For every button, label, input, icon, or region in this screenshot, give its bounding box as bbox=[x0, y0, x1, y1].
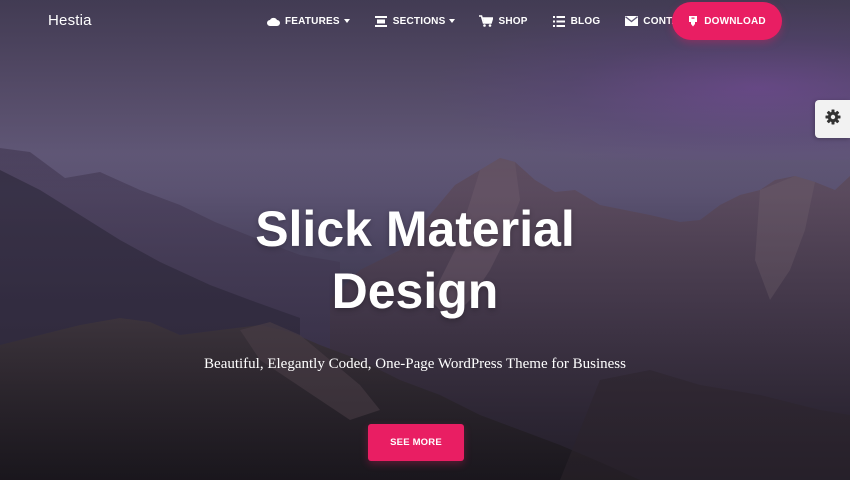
settings-toggle[interactable] bbox=[815, 100, 850, 138]
nav-item-label: FEATURES bbox=[285, 15, 340, 27]
nav-item-sections[interactable]: SECTIONS bbox=[374, 15, 456, 27]
chevron-down-icon bbox=[343, 19, 350, 23]
hero-section: Hestia FEATURES SECTIONS SHOP BLOG CONTA… bbox=[0, 0, 850, 480]
nav-item-blog[interactable]: BLOG bbox=[552, 15, 601, 27]
envelope-icon bbox=[624, 15, 638, 27]
list-icon bbox=[552, 15, 566, 27]
see-more-button[interactable]: SEE MORE bbox=[368, 424, 464, 461]
nav-item-shop[interactable]: SHOP bbox=[479, 15, 527, 27]
chevron-down-icon bbox=[449, 19, 456, 23]
hero-subtitle: Beautiful, Elegantly Coded, One-Page Wor… bbox=[204, 356, 626, 372]
download-button[interactable]: DOWNLOAD bbox=[672, 2, 782, 40]
nav-item-label: SECTIONS bbox=[392, 15, 446, 27]
nav-item-features[interactable]: FEATURES bbox=[266, 15, 350, 27]
brand-logo[interactable]: Hestia bbox=[48, 12, 92, 29]
sections-icon bbox=[374, 15, 388, 27]
hero-title: Slick Material Design bbox=[0, 198, 830, 322]
cloud-icon bbox=[266, 15, 280, 27]
download-button-label: DOWNLOAD bbox=[704, 15, 766, 27]
hero-title-line-1: Slick Material bbox=[255, 201, 575, 257]
cart-icon bbox=[479, 15, 494, 27]
hero-title-line-2: Design bbox=[331, 263, 499, 319]
gear-icon bbox=[825, 109, 841, 130]
nav-menu: FEATURES SECTIONS SHOP BLOG CONTACT bbox=[266, 0, 717, 42]
nav-item-label: BLOG bbox=[570, 15, 601, 27]
nav-item-label: SHOP bbox=[498, 15, 528, 27]
top-navbar: Hestia FEATURES SECTIONS SHOP BLOG CONTA… bbox=[0, 0, 850, 42]
download-icon bbox=[688, 15, 698, 27]
see-more-label: SEE MORE bbox=[390, 437, 442, 448]
